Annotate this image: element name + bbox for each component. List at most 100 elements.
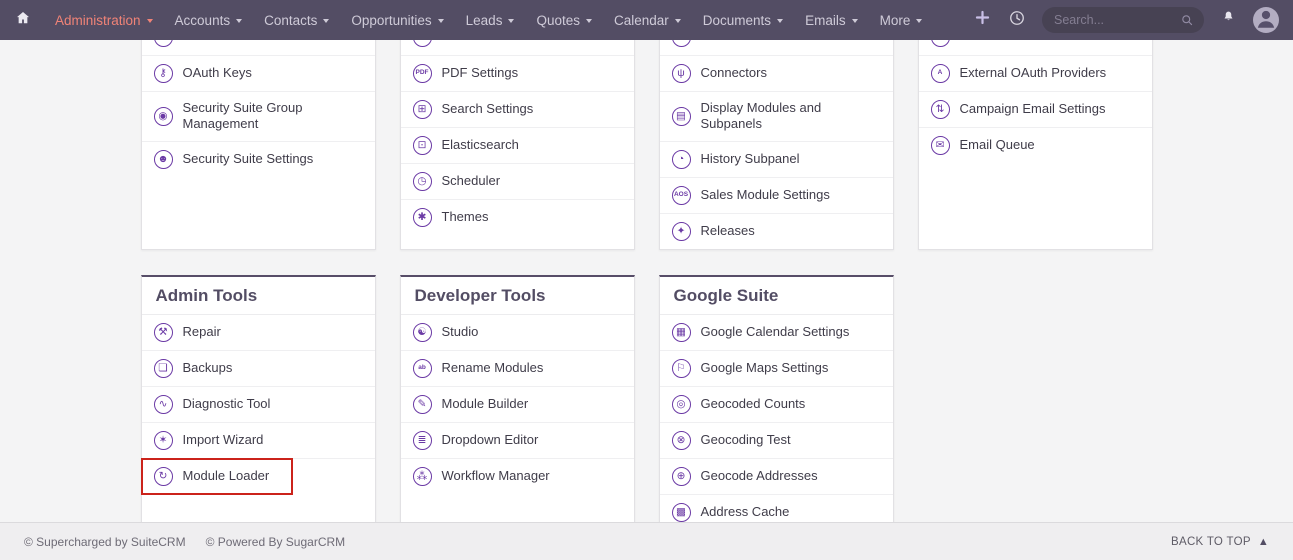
admin-link-label: Geocoded Counts — [701, 396, 806, 412]
admin-link-label: Display Modules and Subpanels — [701, 100, 881, 133]
admin-link-label: Address Cache — [701, 504, 790, 520]
recently-viewed-button[interactable] — [1007, 8, 1027, 33]
panels-row-1: ⚷ OAuth Keys ◉ Security Suite Group Mana… — [141, 18, 1153, 250]
home-icon — [14, 9, 32, 32]
nav-menu-item-label: Administration — [55, 13, 141, 28]
admin-link[interactable]: ⚷ OAuth Keys — [142, 55, 375, 91]
admin-link[interactable]: ≣ Dropdown Editor — [401, 422, 634, 458]
chevron-down-icon — [675, 19, 681, 23]
admin-link[interactable]: ◎ Geocoded Counts — [660, 386, 893, 422]
admin-link-label: Module Builder — [442, 396, 529, 412]
user-menu-button[interactable] — [1253, 7, 1279, 33]
search-input[interactable] — [1054, 13, 1180, 27]
nav-menu-item-label: Opportunities — [351, 13, 431, 28]
panel-admin-tools: Admin Tools ⚒ Repair ❏ Backups ∿ — [141, 275, 376, 531]
admin-link[interactable]: ∿ Diagnostic Tool — [142, 386, 375, 422]
panel-oauth-email: A External OAuth Providers ⇅ Campaign Em… — [918, 18, 1153, 250]
admin-link[interactable]: ☻ Security Suite Settings — [142, 141, 375, 177]
panel-item-list: ☯ Studio ab Rename Modules ✎ Module Buil… — [401, 315, 634, 494]
notifications-button[interactable] — [1219, 8, 1238, 32]
nav-menu-item-label: Leads — [466, 13, 503, 28]
lock-icon: ◉ — [154, 107, 173, 126]
grid-icon: ▩ — [672, 503, 691, 522]
search-icon[interactable] — [1180, 13, 1195, 28]
chevron-down-icon — [438, 19, 444, 23]
admin-link[interactable]: ✦ Releases — [660, 213, 893, 249]
aos-icon: AOS — [672, 186, 691, 205]
admin-link-label: Rename Modules — [442, 360, 544, 376]
admin-link-label: Module Loader — [183, 468, 270, 484]
admin-link[interactable]: ⚐ Google Maps Settings — [660, 350, 893, 386]
admin-link-label: Geocoding Test — [701, 432, 791, 448]
admin-link[interactable]: ❏ Backups — [142, 350, 375, 386]
admin-link[interactable]: ✶ Import Wizard — [142, 422, 375, 458]
calendar-icon: ▦ — [672, 323, 691, 342]
admin-link[interactable]: ⊡ Elasticsearch — [401, 127, 634, 163]
admin-link[interactable]: ⊕ Geocode Addresses — [660, 458, 893, 494]
admin-link[interactable]: ⇅ Campaign Email Settings — [919, 91, 1152, 127]
admin-link[interactable]: ψ Connectors — [660, 55, 893, 91]
admin-link-label: Workflow Manager — [442, 468, 550, 484]
nav-menu: Administration Accounts Contacts Opportu… — [44, 0, 933, 40]
nav-menu-item[interactable]: Accounts — [164, 0, 254, 40]
panel-system-settings: PDF PDF Settings ⊞ Search Settings ⊡ Ela… — [400, 18, 635, 250]
admin-link[interactable]: AOS Sales Module Settings — [660, 177, 893, 213]
back-to-top-label: BACK TO TOP — [1171, 536, 1251, 548]
admin-link[interactable]: ✱ Themes — [401, 199, 634, 235]
admin-link-label: Connectors — [701, 65, 767, 81]
admin-link[interactable]: ⊞ Search Settings — [401, 91, 634, 127]
admin-link[interactable]: ⚒ Repair — [142, 315, 375, 350]
nav-menu-item[interactable]: Opportunities — [340, 0, 454, 40]
admin-link[interactable]: PDF PDF Settings — [401, 55, 634, 91]
loader-icon: ↻ — [154, 467, 173, 486]
admin-link[interactable]: ✎ Module Builder — [401, 386, 634, 422]
panel-display-modules: ψ Connectors ▤ Display Modules and Subpa… — [659, 18, 894, 250]
clock-icon: ◷ — [413, 172, 432, 191]
admin-link[interactable]: ◉ Security Suite Group Management — [142, 91, 375, 141]
back-to-top-button[interactable]: BACK TO TOP ▲ — [1171, 536, 1269, 548]
admin-link[interactable]: ↻ Module Loader — [142, 458, 375, 494]
panel-item-list: ▦ Google Calendar Settings ⚐ Google Maps… — [660, 315, 893, 530]
admin-link-label: Repair — [183, 324, 221, 340]
nav-menu-item-label: Calendar — [614, 13, 669, 28]
nav-menu-item[interactable]: Calendar — [603, 0, 692, 40]
chevron-down-icon — [508, 19, 514, 23]
admin-link[interactable]: ◔ History Subpanel — [660, 141, 893, 177]
admin-link[interactable]: ⊗ Geocoding Test — [660, 422, 893, 458]
panel-title: Admin Tools — [142, 277, 375, 315]
dropdown-list-icon: ≣ — [413, 431, 432, 450]
panel-item-list: ψ Connectors ▤ Display Modules and Subpa… — [660, 20, 893, 249]
chevron-down-icon — [777, 19, 783, 23]
plus-icon — [973, 8, 992, 32]
nav-menu-item[interactable]: Administration — [44, 0, 164, 40]
admin-link[interactable]: A External OAuth Providers — [919, 55, 1152, 91]
admin-link-label: Import Wizard — [183, 432, 264, 448]
admin-link[interactable]: ▤ Display Modules and Subpanels — [660, 91, 893, 141]
admin-link[interactable]: ▦ Google Calendar Settings — [660, 315, 893, 350]
panel-developer-tools: Developer Tools ☯ Studio ab Rename Modul… — [400, 275, 635, 531]
home-button[interactable] — [14, 9, 32, 32]
admin-link[interactable]: ◷ Scheduler — [401, 163, 634, 199]
panel-google-suite: Google Suite ▦ Google Calendar Settings … — [659, 275, 894, 531]
panel-item-list: ⚷ OAuth Keys ◉ Security Suite Group Mana… — [142, 20, 375, 177]
quick-create-button[interactable] — [973, 8, 992, 32]
admin-link-label: Campaign Email Settings — [960, 101, 1106, 117]
admin-link-label: External OAuth Providers — [960, 65, 1107, 81]
nav-menu-item[interactable]: Quotes — [525, 0, 603, 40]
nav-menu-item-label: Quotes — [536, 13, 580, 28]
admin-link[interactable]: ☯ Studio — [401, 315, 634, 350]
panel-item-list: ⚒ Repair ❏ Backups ∿ Diagnostic Tool — [142, 315, 375, 494]
footer-suitecrm-credit: © Supercharged by SuiteCRM — [24, 535, 186, 549]
nav-menu-item[interactable]: More — [869, 0, 934, 40]
admin-link[interactable]: ✉ Email Queue — [919, 127, 1152, 163]
nav-menu-item[interactable]: Documents — [692, 0, 794, 40]
nav-menu-item[interactable]: Leads — [455, 0, 526, 40]
nav-menu-item[interactable]: Contacts — [253, 0, 340, 40]
admin-link[interactable]: ⁂ Workflow Manager — [401, 458, 634, 494]
nav-menu-item[interactable]: Emails — [794, 0, 869, 40]
admin-link[interactable]: ab Rename Modules — [401, 350, 634, 386]
palette-icon: ☯ — [413, 323, 432, 342]
admin-link-label: Security Suite Group Management — [183, 100, 363, 133]
admin-link-label: Sales Module Settings — [701, 187, 830, 203]
panel-title: Google Suite — [660, 277, 893, 315]
